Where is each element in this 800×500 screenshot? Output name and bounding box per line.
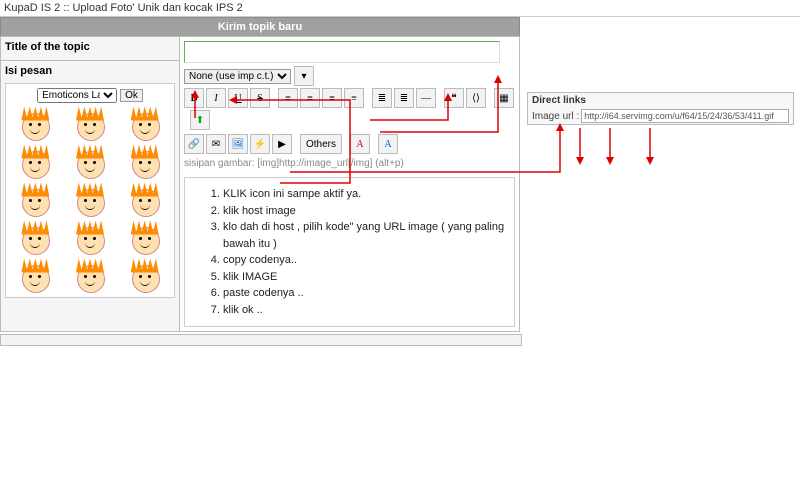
hr-button[interactable]: — — [416, 88, 436, 108]
bold-button[interactable]: B — [184, 88, 204, 108]
font-apply-button[interactable]: ▾ — [294, 66, 314, 86]
instruction-item: klik host image — [223, 203, 506, 220]
table-button[interactable]: ▦ — [494, 88, 514, 108]
breadcrumb: KupaD IS 2 :: Upload Foto' Unik dan koca… — [0, 0, 800, 17]
emoticon-item[interactable] — [18, 107, 52, 141]
image-button[interactable]: 🖼 — [228, 134, 248, 154]
instruction-item: copy codenya.. — [223, 252, 506, 269]
others-button[interactable]: Others — [300, 134, 342, 154]
link-button[interactable]: 🔗 — [184, 134, 204, 154]
instruction-item: paste codenya .. — [223, 285, 506, 302]
list-ul-button[interactable]: ≣ — [372, 88, 392, 108]
host-image-button[interactable]: ⬆ — [190, 110, 210, 130]
emoticon-ok-button[interactable]: Ok — [120, 89, 143, 102]
emoticon-item[interactable] — [73, 259, 107, 293]
emoticon-item[interactable] — [128, 145, 162, 179]
content-label: Isi pesan — [5, 65, 52, 77]
emoticon-item[interactable] — [128, 107, 162, 141]
image-hint: sisipan gambar: [img]http://image_url[/i… — [184, 156, 515, 171]
instruction-item: klo dah di host , pilih kode" yang URL i… — [223, 219, 506, 252]
emoticon-select[interactable]: Emoticons Lain — [37, 88, 117, 103]
editor-toolbar: B I U S ≡ ≡ ≡ ≡ ≣ ≣ — ❝ ⟨⟩ ▦ ⬆ — [184, 86, 515, 132]
title-label-cell: Title of the topic — [1, 37, 180, 61]
section-title: Kirim topik baru — [1, 18, 520, 37]
image-url-input[interactable] — [581, 109, 789, 123]
emoticon-item[interactable] — [73, 107, 107, 141]
editor-toolbar-row2: 🔗 ✉ 🖼 ⚡ ▶ Others A A — [184, 132, 515, 156]
font-size-button[interactable]: A — [378, 134, 398, 154]
instruction-item: klik ok .. — [223, 302, 506, 319]
emoticon-item[interactable] — [128, 221, 162, 255]
post-form-table: Kirim topik baru Title of the topic None… — [0, 17, 520, 332]
emoticon-item[interactable] — [18, 221, 52, 255]
image-url-label: Image url : — [532, 111, 579, 122]
align-center-button[interactable]: ≡ — [300, 88, 320, 108]
strike-button[interactable]: S — [250, 88, 270, 108]
flash-button[interactable]: ⚡ — [250, 134, 270, 154]
align-right-button[interactable]: ≡ — [322, 88, 342, 108]
italic-button[interactable]: I — [206, 88, 226, 108]
emoticon-grid — [10, 107, 170, 293]
topic-title-input[interactable] — [184, 41, 500, 63]
align-justify-button[interactable]: ≡ — [344, 88, 364, 108]
direct-links-header: Direct links — [528, 93, 793, 108]
video-button[interactable]: ▶ — [272, 134, 292, 154]
list-ol-button[interactable]: ≣ — [394, 88, 414, 108]
underline-button[interactable]: U — [228, 88, 248, 108]
font-select[interactable]: None (use imp c.t.) — [184, 69, 291, 84]
instruction-box: KLIK icon ini sampe aktif ya. klik host … — [184, 177, 515, 327]
instruction-item: klik IMAGE — [223, 269, 506, 286]
emoticon-panel: Emoticons Lain Ok — [5, 83, 175, 298]
emoticon-item[interactable] — [128, 259, 162, 293]
title-label: Title of the topic — [5, 41, 90, 53]
emoticon-item[interactable] — [18, 259, 52, 293]
instruction-item: KLIK icon ini sampe aktif ya. — [223, 186, 506, 203]
code-button[interactable]: ⟨⟩ — [466, 88, 486, 108]
direct-links-panel: Direct links Image url : — [527, 92, 794, 125]
emoticon-item[interactable] — [18, 183, 52, 217]
footer-strip — [0, 334, 522, 346]
email-button[interactable]: ✉ — [206, 134, 226, 154]
emoticon-item[interactable] — [128, 183, 162, 217]
text-color-button[interactable]: A — [350, 134, 370, 154]
emoticon-item[interactable] — [73, 183, 107, 217]
quote-button[interactable]: ❝ — [444, 88, 464, 108]
emoticon-item[interactable] — [73, 145, 107, 179]
align-left-button[interactable]: ≡ — [278, 88, 298, 108]
emoticon-item[interactable] — [18, 145, 52, 179]
emoticon-item[interactable] — [73, 221, 107, 255]
